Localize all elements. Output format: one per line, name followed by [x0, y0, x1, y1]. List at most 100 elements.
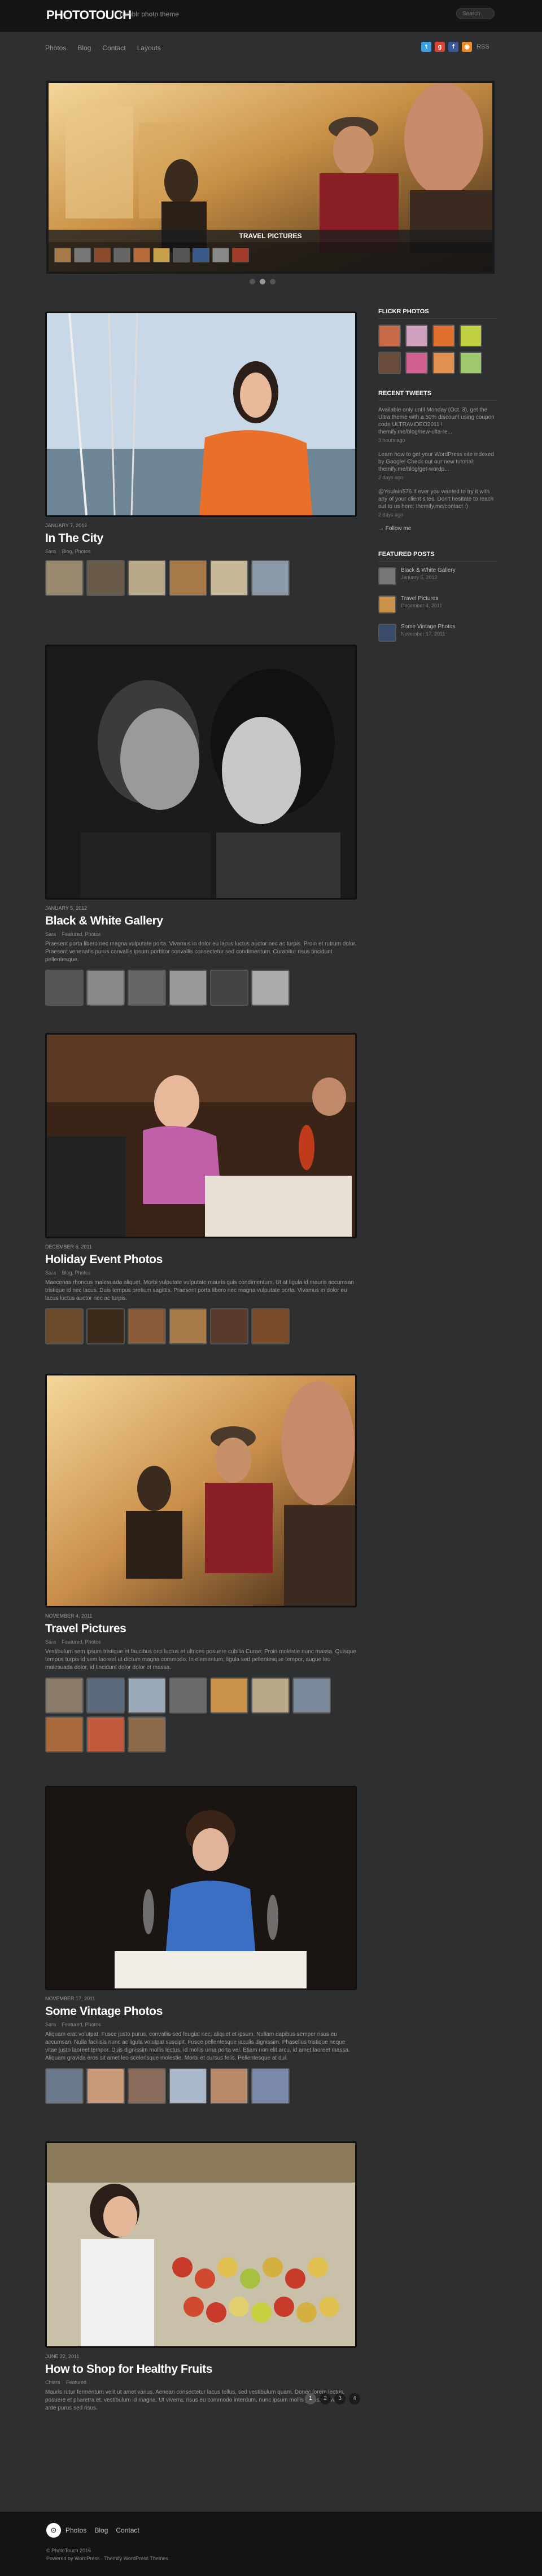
post-image[interactable]	[45, 1374, 357, 1607]
flickr-thumb[interactable]	[378, 325, 401, 347]
post-author[interactable]: Sara	[45, 1639, 56, 1645]
slider-thumb[interactable]	[74, 248, 91, 262]
gallery-thumb[interactable]	[128, 1677, 166, 1714]
powered-by-text[interactable]: Powered by WordPress · Themify WordPress…	[46, 2555, 168, 2562]
nav-item-photos[interactable]: Photos	[45, 44, 66, 52]
nav-item-layouts[interactable]: Layouts	[137, 44, 161, 52]
gallery-thumb[interactable]	[251, 970, 290, 1006]
post-title[interactable]: Holiday Event Photos	[45, 1253, 357, 1267]
gallery-thumb[interactable]	[86, 1716, 125, 1753]
gallery-thumb[interactable]	[128, 560, 166, 596]
page-link[interactable]: 3	[334, 2393, 346, 2404]
gallery-thumb[interactable]	[292, 1677, 331, 1714]
gallery-thumb[interactable]	[210, 560, 248, 596]
gallery-thumb[interactable]	[169, 970, 207, 1006]
post-image[interactable]	[45, 2141, 357, 2348]
gallery-thumb[interactable]	[251, 560, 290, 596]
gallery-thumb[interactable]	[169, 1308, 207, 1344]
footer-nav-item[interactable]: Blog	[94, 2526, 108, 2534]
slider-thumb[interactable]	[153, 248, 170, 262]
post-author[interactable]: Sara	[45, 2022, 56, 2027]
search-input[interactable]	[456, 8, 495, 19]
flickr-thumb[interactable]	[378, 352, 401, 374]
slider-thumb[interactable]	[113, 248, 130, 262]
post-author[interactable]: Sara	[45, 549, 56, 554]
gallery-thumb[interactable]	[251, 1677, 290, 1714]
featured-post[interactable]: Black & White Gallery January 5, 2012	[378, 567, 497, 585]
footer-logo-icon[interactable]: ⊙	[46, 2523, 61, 2538]
post-image[interactable]	[45, 1786, 357, 1990]
post-categories[interactable]: Blog, Photos	[62, 549, 91, 554]
post-image[interactable]	[45, 645, 357, 900]
gallery-thumb[interactable]	[169, 560, 207, 596]
gallery-thumb[interactable]	[45, 1677, 84, 1714]
featured-slider[interactable]: TRAVEL PICTURES	[46, 81, 495, 274]
gallery-thumb[interactable]	[86, 1677, 125, 1714]
gallery-thumb[interactable]	[45, 1308, 84, 1344]
featured-post-thumb[interactable]	[378, 567, 396, 585]
featured-post-thumb[interactable]	[378, 595, 396, 614]
post-categories[interactable]: Featured, Photos	[62, 2022, 101, 2027]
featured-post-title[interactable]: Black & White Gallery	[401, 567, 456, 573]
post-image[interactable]	[45, 312, 357, 517]
slider-dot[interactable]	[260, 279, 265, 284]
post-title[interactable]: Black & White Gallery	[45, 914, 357, 928]
slider-dot[interactable]	[250, 279, 255, 284]
post-categories[interactable]: Featured, Photos	[62, 931, 101, 937]
flickr-thumb[interactable]	[460, 325, 482, 347]
featured-post[interactable]: Travel Pictures December 4, 2011	[378, 595, 497, 614]
gallery-thumb[interactable]	[210, 1677, 248, 1714]
post-title[interactable]: In The City	[45, 532, 357, 545]
slider-thumb[interactable]	[212, 248, 229, 262]
gallery-thumb[interactable]	[251, 2068, 290, 2104]
nav-item-contact[interactable]: Contact	[102, 44, 125, 52]
gallery-thumb[interactable]	[45, 1716, 84, 1753]
page-link[interactable]: 2	[320, 2393, 331, 2404]
post-author[interactable]: Sara	[45, 931, 56, 937]
post-title[interactable]: Some Vintage Photos	[45, 2005, 357, 2018]
gallery-thumb[interactable]	[45, 970, 84, 1006]
facebook-icon[interactable]: f	[448, 42, 458, 52]
post-title[interactable]: How to Shop for Healthy Fruits	[45, 2363, 357, 2376]
nav-item-blog[interactable]: Blog	[77, 44, 91, 52]
slider-dot[interactable]	[270, 279, 276, 284]
gallery-thumb[interactable]	[210, 2068, 248, 2104]
rss-icon[interactable]: ◉	[462, 42, 472, 52]
slider-thumb[interactable]	[232, 248, 249, 262]
featured-post-title[interactable]: Some Vintage Photos	[401, 624, 456, 630]
post-author[interactable]: Sara	[45, 1270, 56, 1276]
gallery-thumb[interactable]	[45, 560, 84, 596]
gallery-thumb[interactable]	[86, 1308, 125, 1344]
flickr-thumb[interactable]	[432, 352, 455, 374]
flickr-thumb[interactable]	[405, 352, 428, 374]
gallery-thumb[interactable]	[128, 1308, 166, 1344]
gallery-thumb[interactable]	[128, 2068, 166, 2104]
post-image[interactable]	[45, 1033, 357, 1238]
flickr-thumb[interactable]	[432, 325, 455, 347]
gallery-thumb[interactable]	[210, 1308, 248, 1344]
slider-thumb[interactable]	[94, 248, 111, 262]
post-author[interactable]: Chiara	[45, 2380, 60, 2385]
featured-post[interactable]: Some Vintage Photos November 17, 2011	[378, 624, 497, 642]
twitter-icon[interactable]: t	[421, 42, 431, 52]
slider-thumb[interactable]	[173, 248, 190, 262]
featured-post-thumb[interactable]	[378, 624, 396, 642]
flickr-thumb[interactable]	[460, 352, 482, 374]
post-title[interactable]: Travel Pictures	[45, 1622, 357, 1636]
post-categories[interactable]: Featured	[66, 2380, 86, 2385]
slider-thumb[interactable]	[54, 248, 71, 262]
featured-post-title[interactable]: Travel Pictures	[401, 595, 442, 602]
footer-nav-item[interactable]: Contact	[116, 2526, 139, 2534]
page-link[interactable]: 4	[349, 2393, 360, 2404]
slider-thumb[interactable]	[133, 248, 150, 262]
gallery-thumb[interactable]	[86, 970, 125, 1006]
google-plus-icon[interactable]: g	[435, 42, 445, 52]
gallery-thumb[interactable]	[169, 2068, 207, 2104]
gallery-thumb[interactable]	[45, 2068, 84, 2104]
rss-label[interactable]: RSS	[477, 43, 489, 50]
page-link[interactable]: 1	[305, 2393, 316, 2404]
flickr-thumb[interactable]	[405, 325, 428, 347]
gallery-thumb[interactable]	[251, 1308, 290, 1344]
gallery-thumb[interactable]	[86, 560, 125, 596]
gallery-thumb[interactable]	[86, 2068, 125, 2104]
